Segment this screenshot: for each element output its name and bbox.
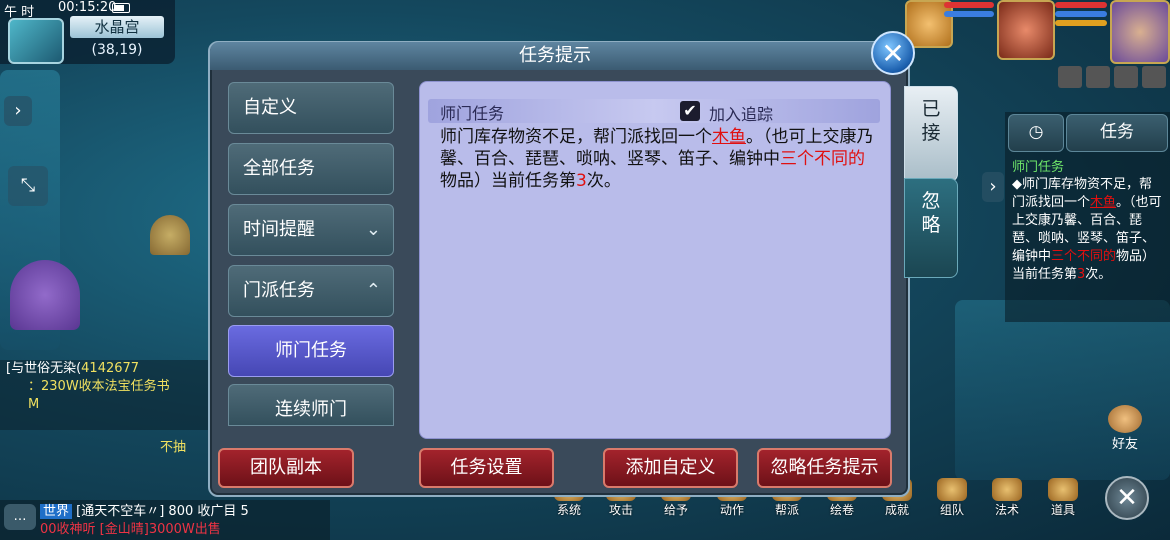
minimap-thumbnail[interactable] [8,18,64,64]
chevron-up-icon: ⌃ [365,280,381,301]
task-name: 师门任务 [440,104,505,123]
track-checkbox[interactable]: ✔ [680,101,700,121]
tracker-task-tab[interactable]: 任务 [1066,114,1168,152]
chat-fragment: 不抽 [160,440,187,455]
chat-name: [与世俗无染( [6,361,82,376]
world-chat[interactable]: … 世界 [通天不空车〃] 800 收广目 5 00收神听 [金山晴]3000W… [0,500,330,540]
player-mp-bar [1055,11,1107,17]
buff-icon [1058,66,1082,88]
toolbar-items[interactable]: 道具 [1042,478,1084,518]
dialog-title: 任务提示 [519,45,591,66]
player-sp-bar [1055,20,1107,26]
tab-accepted-label: 已接 [921,98,941,144]
chat-message: ：230W收本法宝任务书 [28,379,170,394]
chat-bubble-icon[interactable]: … [4,504,36,530]
chevron-down-icon: ⌄ [365,219,381,240]
ignore-hints-button[interactable]: 忽略任务提示 [757,448,892,488]
location-panel[interactable]: 午 时 00:15:20 水晶宫 (38,19) [0,0,175,64]
player-avatar[interactable] [997,0,1055,60]
category-time-reminder[interactable]: 时间提醒 ⌄ [228,204,394,256]
bag-icon [1048,478,1078,501]
pet-hp-bar [944,2,994,8]
tracker-task-desc[interactable]: ◆师门库存物资不足，帮门派找回一个木鱼。（也可上交康乃馨、百合、琵琶、唢呐、竖琴… [1012,176,1162,284]
world-message: [通天不空车〃] 800 收广目 5 [76,504,249,519]
tracker-task-title[interactable]: 师门任务 [1012,156,1064,175]
chat-id: 4142677 [81,361,140,376]
close-icon[interactable]: ✕ [871,31,915,75]
buff-icons [1058,66,1166,88]
category-custom[interactable]: 自定义 [228,82,394,134]
tab-ignored[interactable]: 忽略 [904,178,958,278]
subitem-continuous-master[interactable]: 连续师门 [228,384,394,426]
close-toolbar-icon[interactable]: ✕ [1105,476,1149,520]
player-coords: (38,19) [91,42,143,58]
category-all-tasks[interactable]: 全部任务 [228,143,394,195]
friends-button[interactable]: 好友 [1100,405,1150,455]
world-channel-tag: 世界 [40,504,73,519]
chat-message-cont: M [28,397,40,412]
fullscreen-icon[interactable]: ⤡ [8,166,48,206]
battery-icon [112,3,130,13]
category-sect-tasks[interactable]: 门派任务 ⌃ [228,265,394,317]
collapse-tracker-icon[interactable]: › [982,172,1004,202]
map-name: 水晶宫 [70,16,164,38]
tab-accepted[interactable]: 已接 [904,86,958,182]
shell-decoration [150,215,190,255]
chat-log[interactable]: [与世俗无染(4142677 ：230W收本法宝任务书 M [0,360,210,430]
tab-ignored-label: 忽略 [921,190,941,236]
companion-avatar[interactable] [1110,0,1170,64]
handshake-icon [1108,405,1142,433]
task-item-link[interactable]: 木鱼 [712,127,746,147]
buff-icon [1114,66,1138,88]
system-time: 00:15:20 [58,0,117,15]
subitem-master-task[interactable]: 师门任务 [228,325,394,377]
buff-icon [1086,66,1110,88]
world-message-2: 00收神听 [金山晴]3000W出售 [40,522,221,537]
team-icon [937,478,967,501]
toolbar-team[interactable]: 组队 [931,478,973,518]
team-dungeon-button[interactable]: 团队副本 [218,448,354,488]
task-description: 师门库存物资不足，帮门派找回一个木鱼。（也可上交康乃馨、百合、琵琶、唢呐、竖琴、… [440,127,874,191]
add-custom-button[interactable]: 添加自定义 [603,448,738,488]
player-hp-bar [1055,2,1107,8]
pet-mp-bar [944,11,994,17]
toolbar-spell[interactable]: 法术 [986,478,1028,518]
coral-decoration [10,260,80,330]
expand-left-icon[interactable]: › [4,96,32,126]
spell-icon [992,478,1022,501]
clock-icon[interactable]: ◷ [1008,114,1064,152]
track-label[interactable]: 加入追踪 [709,101,773,125]
buff-icon [1142,66,1166,88]
task-settings-button[interactable]: 任务设置 [419,448,554,488]
friends-label: 好友 [1111,437,1138,452]
